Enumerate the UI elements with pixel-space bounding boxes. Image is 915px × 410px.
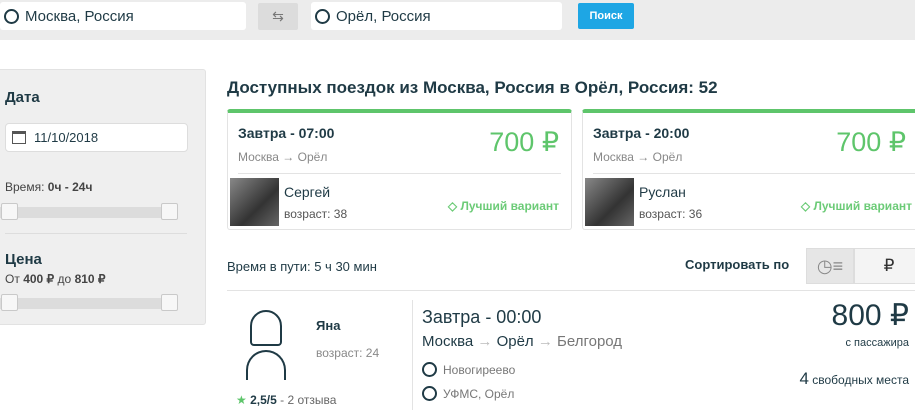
trip-route: Москва → Орёл → Белгород [422, 333, 623, 350]
to-input[interactable]: Орёл, Россия [311, 2, 562, 30]
calendar-icon [12, 131, 26, 144]
trip-price: 700 ₽ [489, 127, 559, 157]
sort-by-time-button[interactable]: ◷≡ [806, 248, 854, 284]
price-range-label: От 400 ₽ до 810 ₽ [5, 272, 106, 286]
from-input[interactable]: Москва, Россия [0, 2, 246, 30]
travel-duration: Время в пути: 5 ч 30 мин [227, 259, 377, 274]
stop-item: УФМС, Орёл [422, 386, 514, 401]
divider [593, 173, 915, 174]
driver-age: возраст: 24 [316, 346, 380, 360]
best-option-badge: ◇ Лучший вариант [447, 199, 559, 213]
results-heading: Доступных поездок из Москва, Россия в Ор… [227, 78, 718, 97]
location-icon [315, 8, 330, 24]
user-avatar-icon [240, 308, 292, 380]
driver-name: Руслан [639, 184, 686, 200]
time-slider-track[interactable] [0, 207, 178, 218]
price-slider-max-handle[interactable] [161, 294, 178, 311]
trip-time: Завтра - 20:00 [593, 125, 690, 141]
driver-rating: ★ 2,5/5 - 2 отзыва [236, 393, 337, 407]
price-label: Цена [5, 251, 42, 268]
driver-age: возраст: 36 [639, 207, 703, 221]
location-icon [422, 362, 437, 377]
driver-age: возраст: 38 [284, 207, 348, 221]
price-note: с пассажира [845, 337, 910, 349]
stop-item: Новогиреево [422, 362, 515, 377]
time-range-label: Время: 0ч - 24ч [5, 180, 93, 194]
trip-time: Завтра - 07:00 [238, 125, 335, 141]
swap-button[interactable]: ⇆ [258, 3, 298, 30]
location-icon [422, 386, 437, 401]
date-input[interactable]: 11/10/2018 [5, 123, 188, 152]
driver-avatar [585, 178, 634, 226]
listing-price: 800 ₽ [831, 299, 909, 332]
price-slider-min-handle[interactable] [1, 294, 18, 311]
trip-route: Москва → Орёл [238, 150, 328, 164]
featured-trip-card[interactable]: Завтра - 07:00 Москва → Орёл 700 ₽ Серге… [227, 109, 572, 230]
divider [5, 233, 187, 234]
divider [227, 290, 915, 291]
location-icon [4, 8, 19, 24]
clock-list-icon: ◷≡ [816, 256, 844, 276]
tag-icon: ◇ [800, 199, 814, 213]
trip-time: Завтра - 00:00 [422, 307, 542, 327]
divider [238, 173, 561, 174]
filters-panel [0, 69, 206, 325]
price-slider-track[interactable] [0, 298, 178, 309]
driver-name: Сергей [284, 184, 331, 200]
time-slider-min-handle[interactable] [1, 203, 18, 220]
driver-name: Яна [316, 318, 341, 333]
driver-avatar [230, 178, 279, 226]
featured-trip-card[interactable]: Завтра - 20:00 Москва → Орёл 700 ₽ Русла… [582, 109, 915, 230]
sort-by-price-button[interactable]: ₽ [854, 248, 915, 284]
trip-route: Москва → Орёл [593, 150, 683, 164]
date-label: Дата [5, 89, 40, 106]
star-icon: ★ [236, 393, 247, 407]
time-slider-max-handle[interactable] [161, 203, 178, 220]
divider [412, 300, 413, 410]
sort-label: Сортировать по [685, 257, 790, 272]
search-button[interactable]: Поиск [578, 3, 634, 29]
trip-price: 700 ₽ [836, 127, 906, 157]
available-seats: 4 свободных места [799, 369, 909, 388]
tag-icon: ◇ [447, 199, 461, 213]
best-option-badge: ◇ Лучший вариант [800, 199, 912, 213]
